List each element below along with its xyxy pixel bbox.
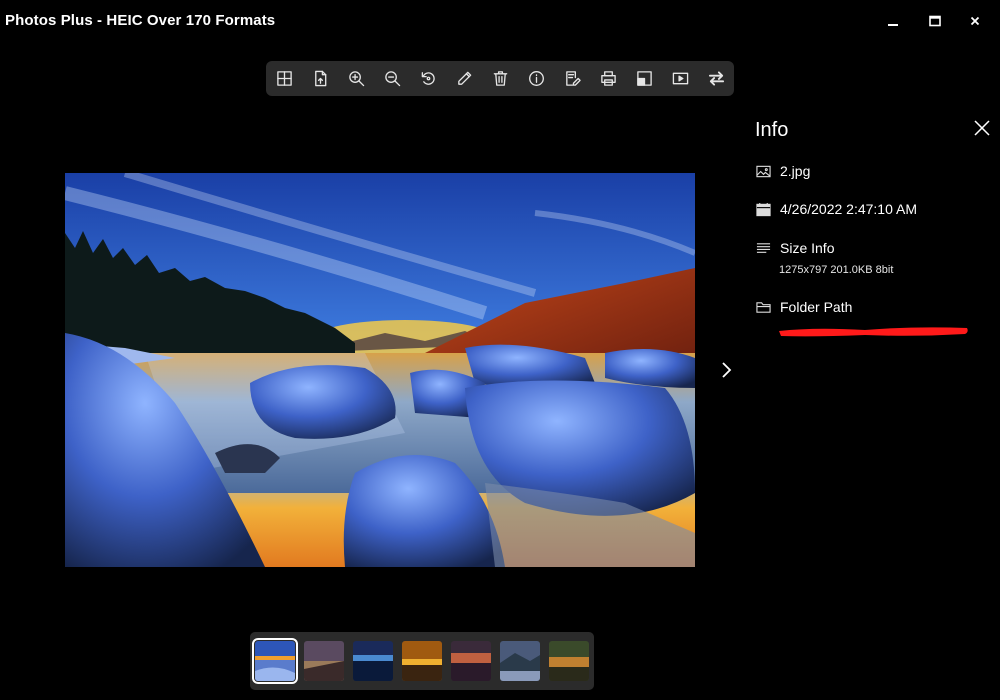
info-date: 4/26/2022 2:47:10 AM [780, 201, 917, 217]
maximize-button[interactable] [918, 8, 952, 34]
toolbar [266, 61, 734, 96]
delete-button[interactable] [482, 61, 518, 96]
zoom-in-icon [348, 71, 364, 87]
maximize-icon [929, 15, 941, 27]
rename-button[interactable] [554, 61, 590, 96]
info-filename-row: 2.jpg [755, 163, 810, 179]
main-photo [65, 173, 695, 567]
info-size-label: Size Info [780, 240, 835, 256]
thumbnail-4[interactable] [402, 641, 442, 681]
rotate-icon [421, 72, 435, 85]
minimize-icon [888, 24, 898, 26]
info-icon [528, 71, 544, 86]
print-icon [600, 71, 616, 86]
info-size-detail: 1275x797 201.0KB 8bit [779, 264, 894, 276]
app-title: Photos Plus - HEIC Over 170 Formats [5, 12, 276, 29]
zoom-out-icon [384, 71, 400, 87]
edit-pencil-icon [457, 71, 471, 85]
filmstrip [250, 632, 594, 690]
zoom-out-button[interactable] [374, 61, 410, 96]
thumbnail-6[interactable] [500, 641, 540, 681]
info-size-row: Size Info [755, 240, 834, 256]
grid-view-icon [276, 71, 292, 86]
delete-icon [493, 71, 507, 86]
info-folder-row: Folder Path [755, 299, 852, 315]
zoom-in-button[interactable] [338, 61, 374, 96]
size-info-icon [755, 240, 771, 256]
minimize-button[interactable] [876, 8, 910, 34]
open-file-button[interactable] [302, 61, 338, 96]
info-folder-label: Folder Path [780, 299, 853, 315]
info-filename: 2.jpg [780, 163, 811, 179]
thumbnail-3[interactable] [353, 641, 393, 681]
thumbnail-5[interactable] [451, 641, 491, 681]
thumbnail-7[interactable] [549, 641, 589, 681]
close-info-button[interactable] [971, 117, 993, 139]
convert-button[interactable] [698, 61, 734, 96]
set-wallpaper-button[interactable] [626, 61, 662, 96]
image-icon [755, 163, 771, 179]
info-title: Info [755, 119, 789, 141]
edit-button[interactable] [446, 61, 482, 96]
close-window-button[interactable] [958, 8, 992, 34]
title-bar: Photos Plus - HEIC Over 170 Formats [0, 0, 1000, 44]
chevron-right-icon [722, 362, 732, 378]
grid-view-button[interactable] [266, 61, 302, 96]
open-file-icon [314, 70, 326, 87]
thumbnail-2[interactable] [304, 641, 344, 681]
info-panel: Info 2.jpg 4/26/2022 2:47:10 AM Size Inf… [740, 105, 1000, 405]
set-wallpaper-icon [636, 71, 652, 86]
print-button[interactable] [590, 61, 626, 96]
redaction-mark [775, 322, 972, 338]
close-icon [974, 120, 990, 136]
folder-icon [755, 299, 771, 315]
next-image-button[interactable] [714, 357, 738, 383]
rename-icon [565, 71, 581, 86]
rotate-button[interactable] [410, 61, 446, 96]
close-icon [970, 16, 980, 26]
info-date-row: 4/26/2022 2:47:10 AM [755, 201, 917, 217]
info-button[interactable] [518, 61, 554, 96]
convert-icon [708, 71, 724, 86]
thumbnail-1[interactable] [252, 638, 298, 684]
slideshow-button[interactable] [662, 61, 698, 96]
slideshow-icon [672, 72, 688, 85]
calendar-icon [755, 201, 771, 217]
